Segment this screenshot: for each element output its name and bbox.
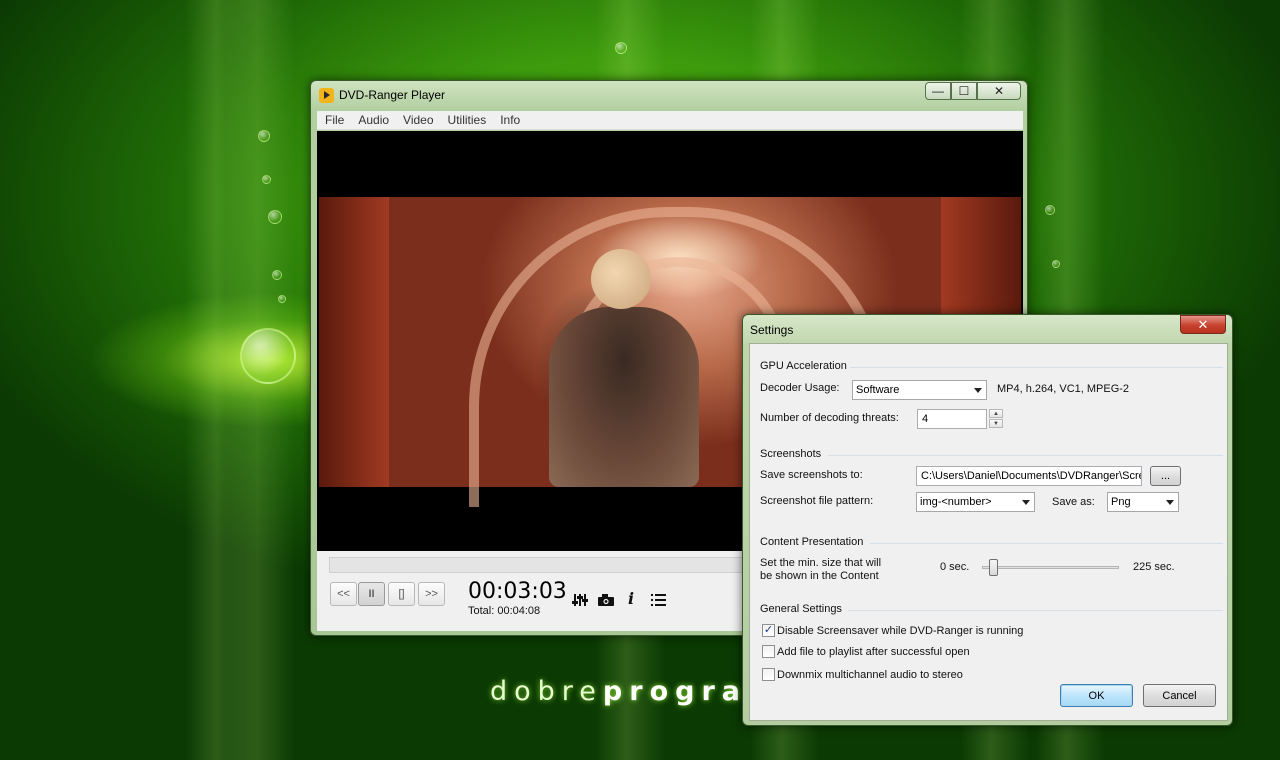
general-heading: General Settings [760, 603, 842, 615]
slider-min-label: 0 sec. [940, 561, 970, 573]
close-button[interactable]: ✕ [977, 82, 1021, 100]
current-time: 00:03:03 [468, 579, 567, 604]
maximize-button[interactable]: ☐ [951, 82, 977, 100]
wallpaper-bubble [615, 42, 627, 54]
dropdown-arrow-icon [1022, 500, 1030, 505]
playlist-icon[interactable] [651, 594, 666, 608]
checkbox-downmix[interactable] [762, 668, 775, 681]
min-size-slider-track[interactable] [982, 566, 1119, 569]
close-icon: ✕ [1197, 316, 1209, 332]
checkbox-disable-screensaver[interactable]: ✓ [762, 624, 775, 637]
wallpaper-bubble [1045, 205, 1055, 215]
checkbox-add-to-playlist[interactable] [762, 645, 775, 658]
decoder-select[interactable]: Software [852, 380, 987, 400]
close-icon: ✕ [993, 84, 1005, 98]
minimize-button[interactable]: — [925, 82, 951, 100]
save-as-select[interactable]: Png [1107, 492, 1179, 512]
settings-close-button[interactable]: ✕ [1180, 315, 1226, 334]
save-path-label: Save screenshots to: [760, 469, 863, 481]
wallpaper-bubble [278, 295, 286, 303]
save-as-label: Save as: [1052, 496, 1095, 508]
spin-up-icon[interactable]: ▲ [989, 409, 1003, 418]
total-time: Total: 00:04:08 [468, 605, 541, 617]
settings-dialog: Settings ✕ GPU Acceleration Decoder Usag… [742, 314, 1233, 726]
wallpaper-bubble [262, 175, 271, 184]
browse-button[interactable]: ... [1150, 466, 1181, 486]
menu-utilities[interactable]: Utilities [448, 113, 487, 127]
checkbox-downmix-label[interactable]: Downmix multichannel audio to stereo [777, 669, 963, 681]
ok-button[interactable]: OK [1060, 684, 1133, 707]
wallpaper-bubble [258, 130, 270, 142]
min-size-slider-thumb[interactable] [988, 559, 998, 576]
menu-video[interactable]: Video [403, 113, 433, 127]
wallpaper-bubble [1052, 260, 1060, 268]
menu-file[interactable]: File [325, 113, 344, 127]
min-size-label-line2: be shown in the Content [760, 570, 879, 582]
stop-button[interactable]: [] [388, 582, 415, 606]
settings-client-area: GPU Acceleration Decoder Usage: Software… [749, 343, 1228, 721]
player-title: DVD-Ranger Player [339, 88, 446, 102]
group-divider [870, 543, 1223, 544]
content-heading: Content Presentation [760, 536, 864, 548]
wallpaper-bubble [268, 210, 282, 224]
video-figure-head [591, 249, 651, 309]
threads-spinner[interactable]: ▲ ▼ [989, 409, 1003, 429]
next-button[interactable]: >> [418, 582, 445, 606]
wallpaper-brand-text: dobreprogra [490, 676, 747, 707]
settings-title: Settings [750, 323, 794, 337]
wallpaper-orb [240, 328, 296, 384]
threads-label: Number of decoding threats: [760, 412, 899, 424]
decoder-formats: MP4, h.264, VC1, MPEG-2 [997, 383, 1130, 395]
gpu-heading: GPU Acceleration [760, 360, 847, 372]
player-titlebar[interactable]: DVD-Ranger Player — ☐ ✕ [311, 81, 1027, 109]
screenshots-heading: Screenshots [760, 448, 822, 460]
pattern-select[interactable]: img-<number> [916, 492, 1035, 512]
dvd-ranger-app-icon [319, 88, 334, 103]
video-door-left [319, 197, 389, 487]
pause-button[interactable]: II [358, 582, 385, 606]
cancel-button[interactable]: Cancel [1143, 684, 1216, 707]
checkbox-add-to-playlist-label[interactable]: Add file to playlist after successful op… [777, 646, 970, 658]
group-divider [850, 367, 1223, 368]
dropdown-arrow-icon [974, 388, 982, 393]
dropdown-arrow-icon [1166, 500, 1174, 505]
pattern-label: Screenshot file pattern: [760, 495, 874, 507]
min-size-label-line1: Set the min. size that will [760, 557, 882, 569]
menu-info[interactable]: Info [500, 113, 520, 127]
settings-titlebar[interactable]: Settings ✕ [743, 315, 1232, 343]
threads-input[interactable]: 4 [917, 409, 987, 429]
video-figure [549, 307, 699, 487]
player-menubar: File Audio Video Utilities Info [317, 111, 1023, 130]
group-divider [828, 455, 1223, 456]
wallpaper-bubble [272, 270, 282, 280]
previous-button[interactable]: << [330, 582, 357, 606]
checkbox-disable-screensaver-label[interactable]: Disable Screensaver while DVD-Ranger is … [777, 625, 1023, 637]
slider-max-label: 225 sec. [1133, 561, 1175, 573]
camera-icon[interactable] [598, 594, 614, 608]
save-path-input[interactable]: C:\Users\Daniel\Documents\DVDRanger\Scre… [916, 466, 1142, 486]
minimize-icon: — [932, 84, 944, 98]
info-icon[interactable]: i [628, 591, 634, 607]
decoder-label: Decoder Usage: [760, 382, 840, 394]
menu-audio[interactable]: Audio [358, 113, 389, 127]
spin-down-icon[interactable]: ▼ [989, 419, 1003, 428]
maximize-icon: ☐ [958, 84, 970, 98]
group-divider [848, 610, 1223, 611]
equalizer-icon[interactable] [572, 593, 588, 609]
